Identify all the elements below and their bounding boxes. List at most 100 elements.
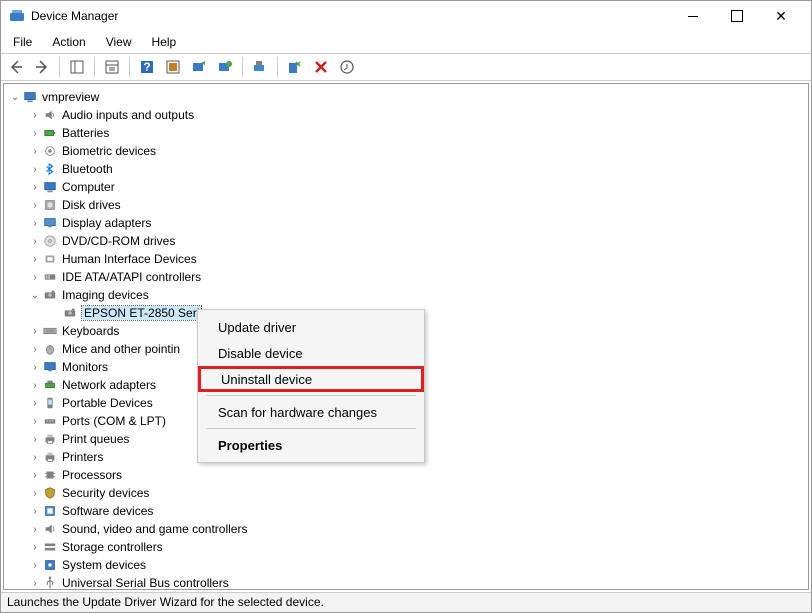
- title-bar: Device Manager ✕: [1, 1, 811, 31]
- uninstall-device-button[interactable]: [310, 56, 332, 78]
- tree-category-label: Display adapters: [62, 216, 151, 230]
- disk-icon: [42, 197, 58, 213]
- context-menu-item[interactable]: Disable device: [198, 340, 424, 366]
- mouse-icon: [42, 341, 58, 357]
- display-icon: [42, 215, 58, 231]
- tree-category-label: Biometric devices: [62, 144, 156, 158]
- menu-file[interactable]: File: [5, 33, 40, 51]
- tree-category-label: Human Interface Devices: [62, 252, 197, 266]
- context-menu-separator: [206, 395, 416, 396]
- tree-category[interactable]: ›Universal Serial Bus controllers: [4, 574, 808, 590]
- tree-category[interactable]: ›System devices: [4, 556, 808, 574]
- tree-category-label: Portable Devices: [62, 396, 153, 410]
- properties-button[interactable]: [101, 56, 123, 78]
- tree-category[interactable]: ›Software devices: [4, 502, 808, 520]
- tree-category[interactable]: ›Storage controllers: [4, 538, 808, 556]
- tree-category-label: Universal Serial Bus controllers: [62, 576, 229, 590]
- disable-device-button[interactable]: [284, 56, 306, 78]
- svg-text:?: ?: [143, 60, 150, 74]
- imaging-icon: [62, 305, 78, 321]
- computer-icon: [42, 179, 58, 195]
- computer-icon: [22, 89, 38, 105]
- close-button[interactable]: ✕: [759, 1, 803, 31]
- tree-root-label: vmpreview: [42, 90, 99, 104]
- update-driver-button[interactable]: [214, 56, 236, 78]
- tree-category[interactable]: ›Display adapters: [4, 214, 808, 232]
- tree-category-label: Software devices: [62, 504, 153, 518]
- tree-category-label: Disk drives: [62, 198, 121, 212]
- system-icon: [42, 557, 58, 573]
- help-button[interactable]: ?: [136, 56, 158, 78]
- tree-category[interactable]: ›Computer: [4, 178, 808, 196]
- context-menu-item[interactable]: Uninstall device: [198, 366, 424, 392]
- security-icon: [42, 485, 58, 501]
- action-button-1[interactable]: [162, 56, 184, 78]
- tree-category-label: Audio inputs and outputs: [62, 108, 194, 122]
- minimize-button[interactable]: [671, 1, 715, 31]
- tree-root[interactable]: ⌄vmpreview: [4, 88, 808, 106]
- tree-category-label: Printers: [62, 450, 103, 464]
- tree-category-label: System devices: [62, 558, 146, 572]
- window-title: Device Manager: [31, 9, 671, 23]
- network-icon: [42, 377, 58, 393]
- context-menu-item[interactable]: Scan for hardware changes: [198, 399, 424, 425]
- tree-category[interactable]: ›Disk drives: [4, 196, 808, 214]
- tree-category-label: Processors: [62, 468, 122, 482]
- context-menu-item[interactable]: Properties: [198, 432, 424, 458]
- software-icon: [42, 503, 58, 519]
- tree-category-label: Mice and other pointin: [62, 342, 180, 356]
- tree-device-label: EPSON ET-2850 Seri: [82, 306, 201, 320]
- biometric-icon: [42, 143, 58, 159]
- menu-help[interactable]: Help: [144, 33, 185, 51]
- status-bar: Launches the Update Driver Wizard for th…: [1, 592, 811, 612]
- menu-bar: File Action View Help: [1, 31, 811, 53]
- tree-category[interactable]: ›Biometric devices: [4, 142, 808, 160]
- action-button-2[interactable]: [336, 56, 358, 78]
- tree-category-label: Storage controllers: [62, 540, 163, 554]
- ide-icon: [42, 269, 58, 285]
- tree-category[interactable]: ›Bluetooth: [4, 160, 808, 178]
- printer-icon: [42, 449, 58, 465]
- keyboard-icon: [42, 323, 58, 339]
- tree-category[interactable]: ⌄Imaging devices: [4, 286, 808, 304]
- printer-icon: [42, 431, 58, 447]
- tree-category[interactable]: ›Human Interface Devices: [4, 250, 808, 268]
- app-icon: [9, 8, 25, 24]
- tree-category-label: IDE ATA/ATAPI controllers: [62, 270, 201, 284]
- show-hide-tree-button[interactable]: [66, 56, 88, 78]
- menu-action[interactable]: Action: [44, 33, 93, 51]
- toolbar: ?: [1, 53, 811, 81]
- back-button[interactable]: [5, 56, 27, 78]
- hid-icon: [42, 251, 58, 267]
- enable-device-button[interactable]: [249, 56, 271, 78]
- context-menu: Update driverDisable deviceUninstall dev…: [197, 309, 425, 463]
- forward-button[interactable]: [31, 56, 53, 78]
- usb-icon: [42, 575, 58, 590]
- cpu-icon: [42, 467, 58, 483]
- storage-icon: [42, 539, 58, 555]
- tree-category-label: Imaging devices: [62, 288, 149, 302]
- maximize-button[interactable]: [715, 1, 759, 31]
- tree-category-label: Bluetooth: [62, 162, 113, 176]
- speaker-icon: [42, 107, 58, 123]
- battery-icon: [42, 125, 58, 141]
- tree-category-label: Keyboards: [62, 324, 119, 338]
- context-menu-item[interactable]: Update driver: [198, 314, 424, 340]
- menu-view[interactable]: View: [98, 33, 140, 51]
- scan-hardware-button[interactable]: [188, 56, 210, 78]
- tree-category-label: Monitors: [62, 360, 108, 374]
- imaging-icon: [42, 287, 58, 303]
- tree-category[interactable]: ›Processors: [4, 466, 808, 484]
- tree-category[interactable]: ›Audio inputs and outputs: [4, 106, 808, 124]
- bluetooth-icon: [42, 161, 58, 177]
- tree-category[interactable]: ›IDE ATA/ATAPI controllers: [4, 268, 808, 286]
- tree-category-label: Network adapters: [62, 378, 156, 392]
- tree-category-label: Computer: [62, 180, 115, 194]
- context-menu-separator: [206, 428, 416, 429]
- cd-icon: [42, 233, 58, 249]
- tree-category[interactable]: ›Sound, video and game controllers: [4, 520, 808, 538]
- tree-category[interactable]: ›Security devices: [4, 484, 808, 502]
- tree-category-label: Ports (COM & LPT): [62, 414, 166, 428]
- tree-category[interactable]: ›DVD/CD-ROM drives: [4, 232, 808, 250]
- tree-category[interactable]: ›Batteries: [4, 124, 808, 142]
